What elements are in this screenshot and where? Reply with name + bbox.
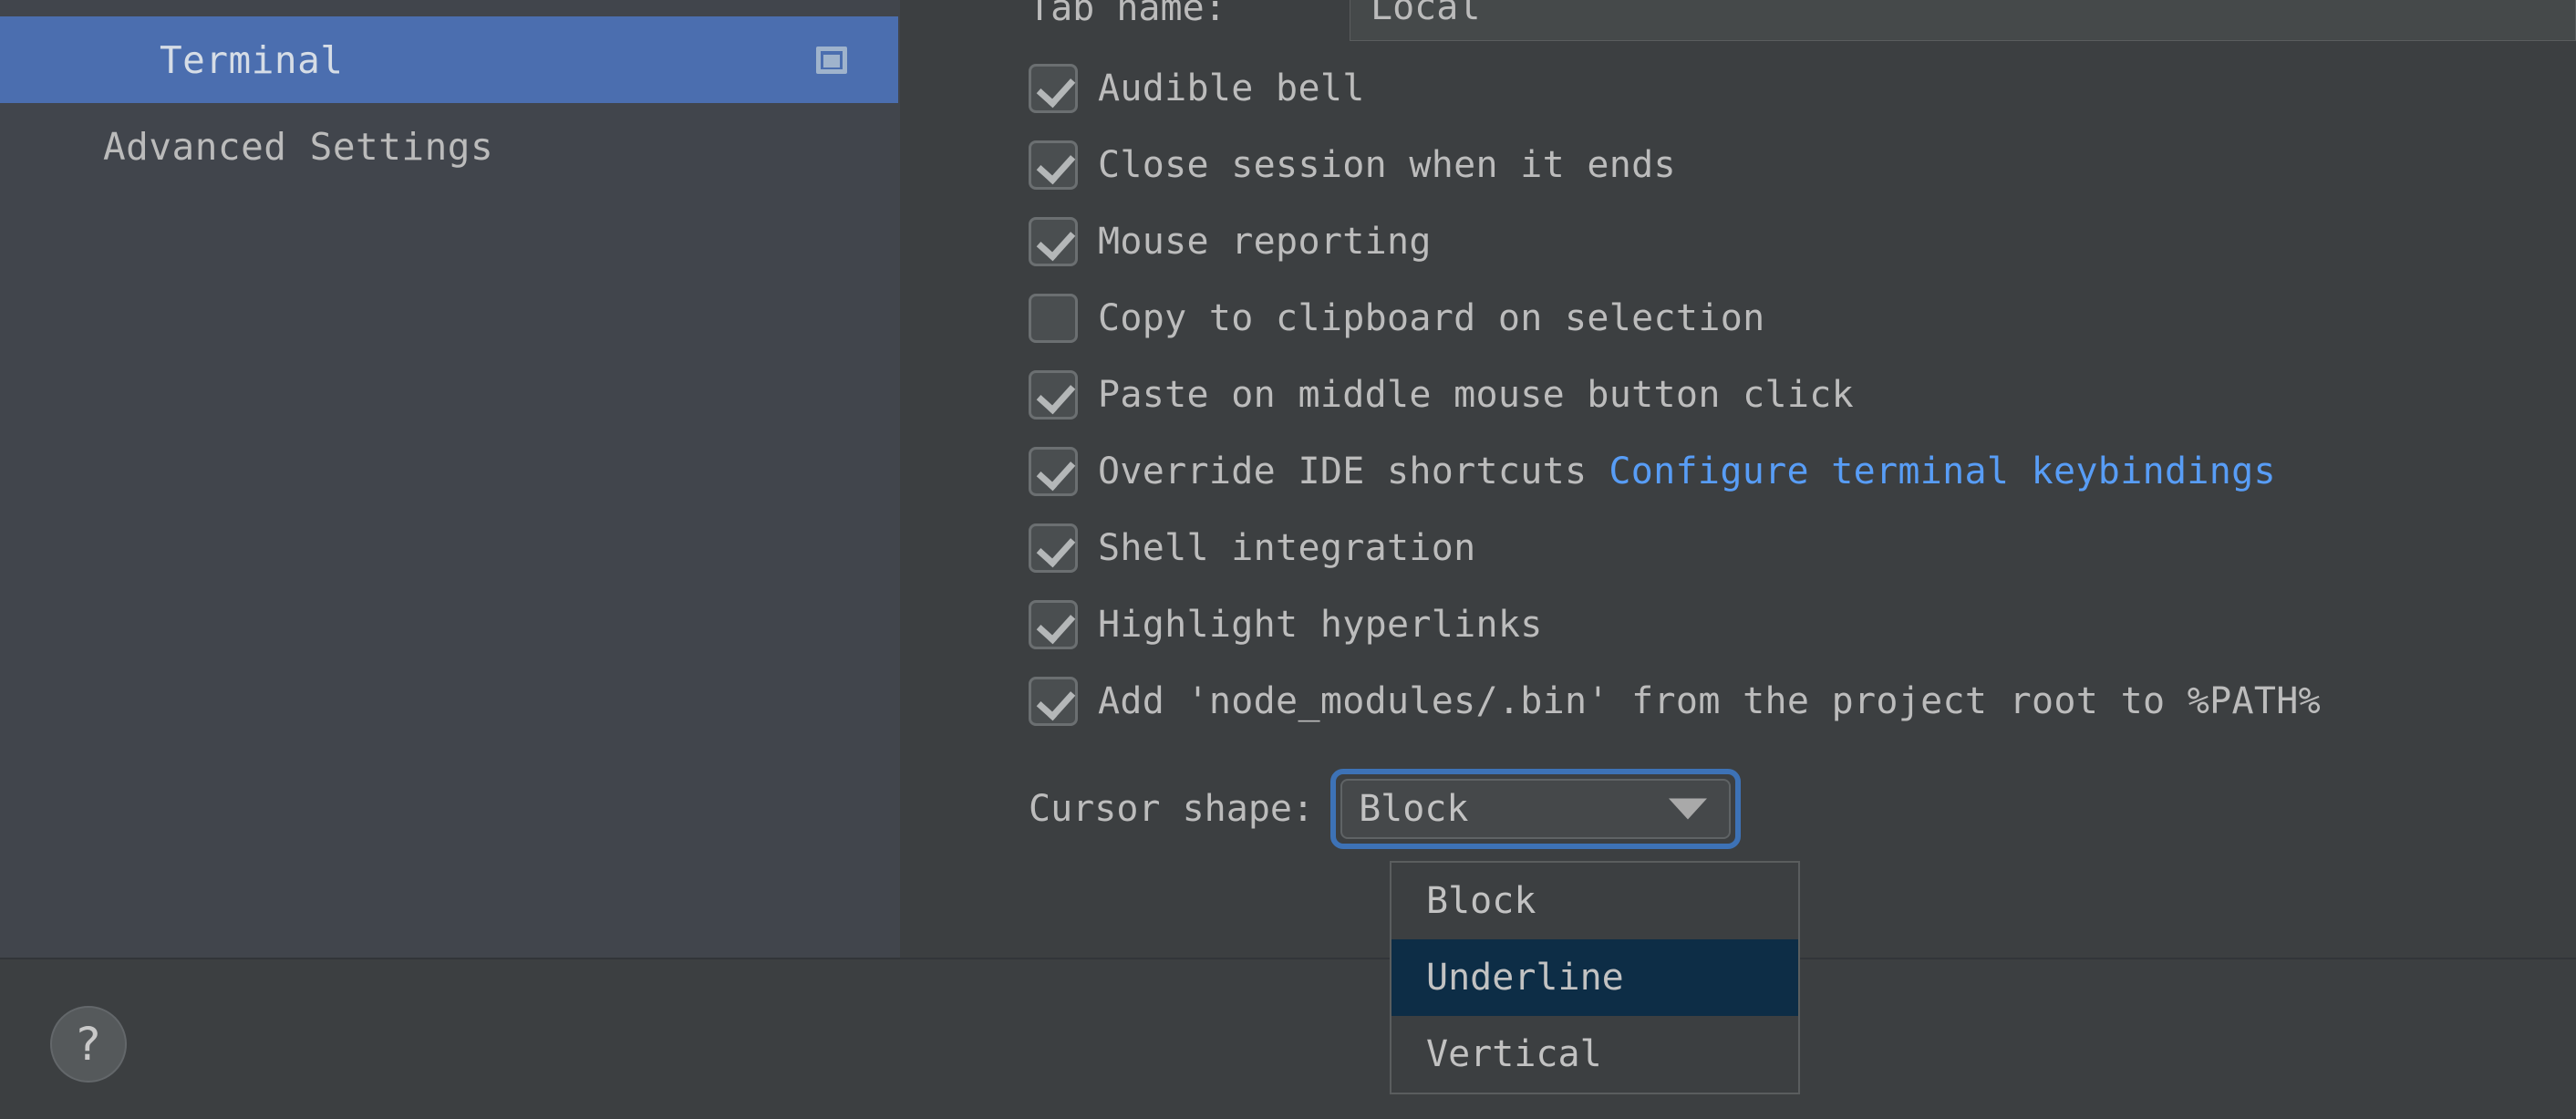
chevron-down-icon[interactable]: [1669, 798, 1708, 820]
checkbox-override-ide-shortcuts[interactable]: [1029, 447, 1078, 496]
cursor-shape-selected-value: Block: [1359, 788, 1469, 830]
settings-content-pane: Tab name: Local Audible bell Close sessi…: [900, 0, 2576, 958]
checkbox-audible-bell[interactable]: [1029, 64, 1078, 113]
checkbox-shell-integration[interactable]: [1029, 523, 1078, 573]
checkbox-row-paste-middle-mouse[interactable]: Paste on middle mouse button click: [1029, 369, 1854, 420]
configure-terminal-keybindings-link[interactable]: Configure terminal keybindings: [1609, 451, 2275, 492]
checkbox-label: Copy to clipboard on selection: [1098, 297, 1765, 339]
tab-name-value: Local: [1371, 0, 1481, 28]
checkbox-close-session[interactable]: [1029, 140, 1078, 190]
cursor-shape-dropdown-popup[interactable]: Block Underline Vertical: [1390, 861, 1800, 1094]
checkbox-row-override-ide-shortcuts[interactable]: Override IDE shortcuts Configure termina…: [1029, 446, 2276, 497]
checkbox-label: Close session when it ends: [1098, 144, 1676, 186]
sidebar-item-terminal[interactable]: Terminal: [0, 16, 898, 103]
dropdown-option-underline[interactable]: Underline: [1391, 939, 1798, 1016]
cursor-shape-row: Cursor shape: Block: [1029, 769, 1742, 849]
terminal-window-icon: [816, 46, 847, 74]
settings-dialog-body: Terminal Advanced Settings Tab name: Loc…: [0, 0, 2576, 958]
tab-name-input[interactable]: Local: [1350, 0, 2576, 41]
settings-sidebar-tree: Terminal Advanced Settings: [0, 0, 900, 958]
checkbox-row-highlight-hyperlinks[interactable]: Highlight hyperlinks: [1029, 599, 1543, 650]
checkbox-row-close-session[interactable]: Close session when it ends: [1029, 140, 1676, 191]
checkbox-row-add-node-modules-bin[interactable]: Add 'node_modules/.bin' from the project…: [1029, 676, 2321, 727]
checkbox-label: Paste on middle mouse button click: [1098, 374, 1854, 416]
checkbox-label: Add 'node_modules/.bin' from the project…: [1098, 680, 2322, 722]
checkbox-label: Audible bell: [1098, 67, 1365, 109]
sidebar-item-advanced-settings[interactable]: Advanced Settings: [0, 103, 898, 190]
tab-name-row: Tab name: Local: [900, 0, 2576, 42]
cursor-shape-label: Cursor shape:: [1029, 788, 1315, 830]
checkbox-label: Mouse reporting: [1098, 221, 1432, 263]
cursor-shape-combobox-inner: Block: [1340, 779, 1732, 839]
checkbox-label: Shell integration: [1098, 527, 1476, 569]
checkbox-row-copy-to-clipboard[interactable]: Copy to clipboard on selection: [1029, 293, 1764, 344]
checkbox-copy-to-clipboard[interactable]: [1029, 294, 1078, 343]
checkbox-row-audible-bell[interactable]: Audible bell: [1029, 63, 1365, 114]
help-button[interactable]: ?: [50, 1006, 127, 1083]
checkbox-label: Override IDE shortcuts: [1098, 451, 1588, 492]
tab-name-label: Tab name:: [1029, 0, 1226, 29]
sidebar-item-label: Advanced Settings: [103, 124, 494, 169]
checkbox-row-shell-integration[interactable]: Shell integration: [1029, 523, 1476, 574]
dialog-bottom-bar: ?: [0, 958, 2576, 1119]
checkbox-highlight-hyperlinks[interactable]: [1029, 600, 1078, 649]
checkbox-paste-middle-mouse[interactable]: [1029, 370, 1078, 420]
dropdown-option-vertical[interactable]: Vertical: [1391, 1016, 1798, 1093]
sidebar-item-label: Terminal: [160, 37, 344, 82]
checkbox-row-mouse-reporting[interactable]: Mouse reporting: [1029, 216, 1432, 267]
cursor-shape-combobox[interactable]: Block: [1330, 769, 1742, 849]
checkbox-mouse-reporting[interactable]: [1029, 217, 1078, 266]
checkbox-add-node-modules-bin[interactable]: [1029, 677, 1078, 726]
dropdown-option-block[interactable]: Block: [1391, 863, 1798, 939]
checkbox-label: Highlight hyperlinks: [1098, 604, 1543, 646]
